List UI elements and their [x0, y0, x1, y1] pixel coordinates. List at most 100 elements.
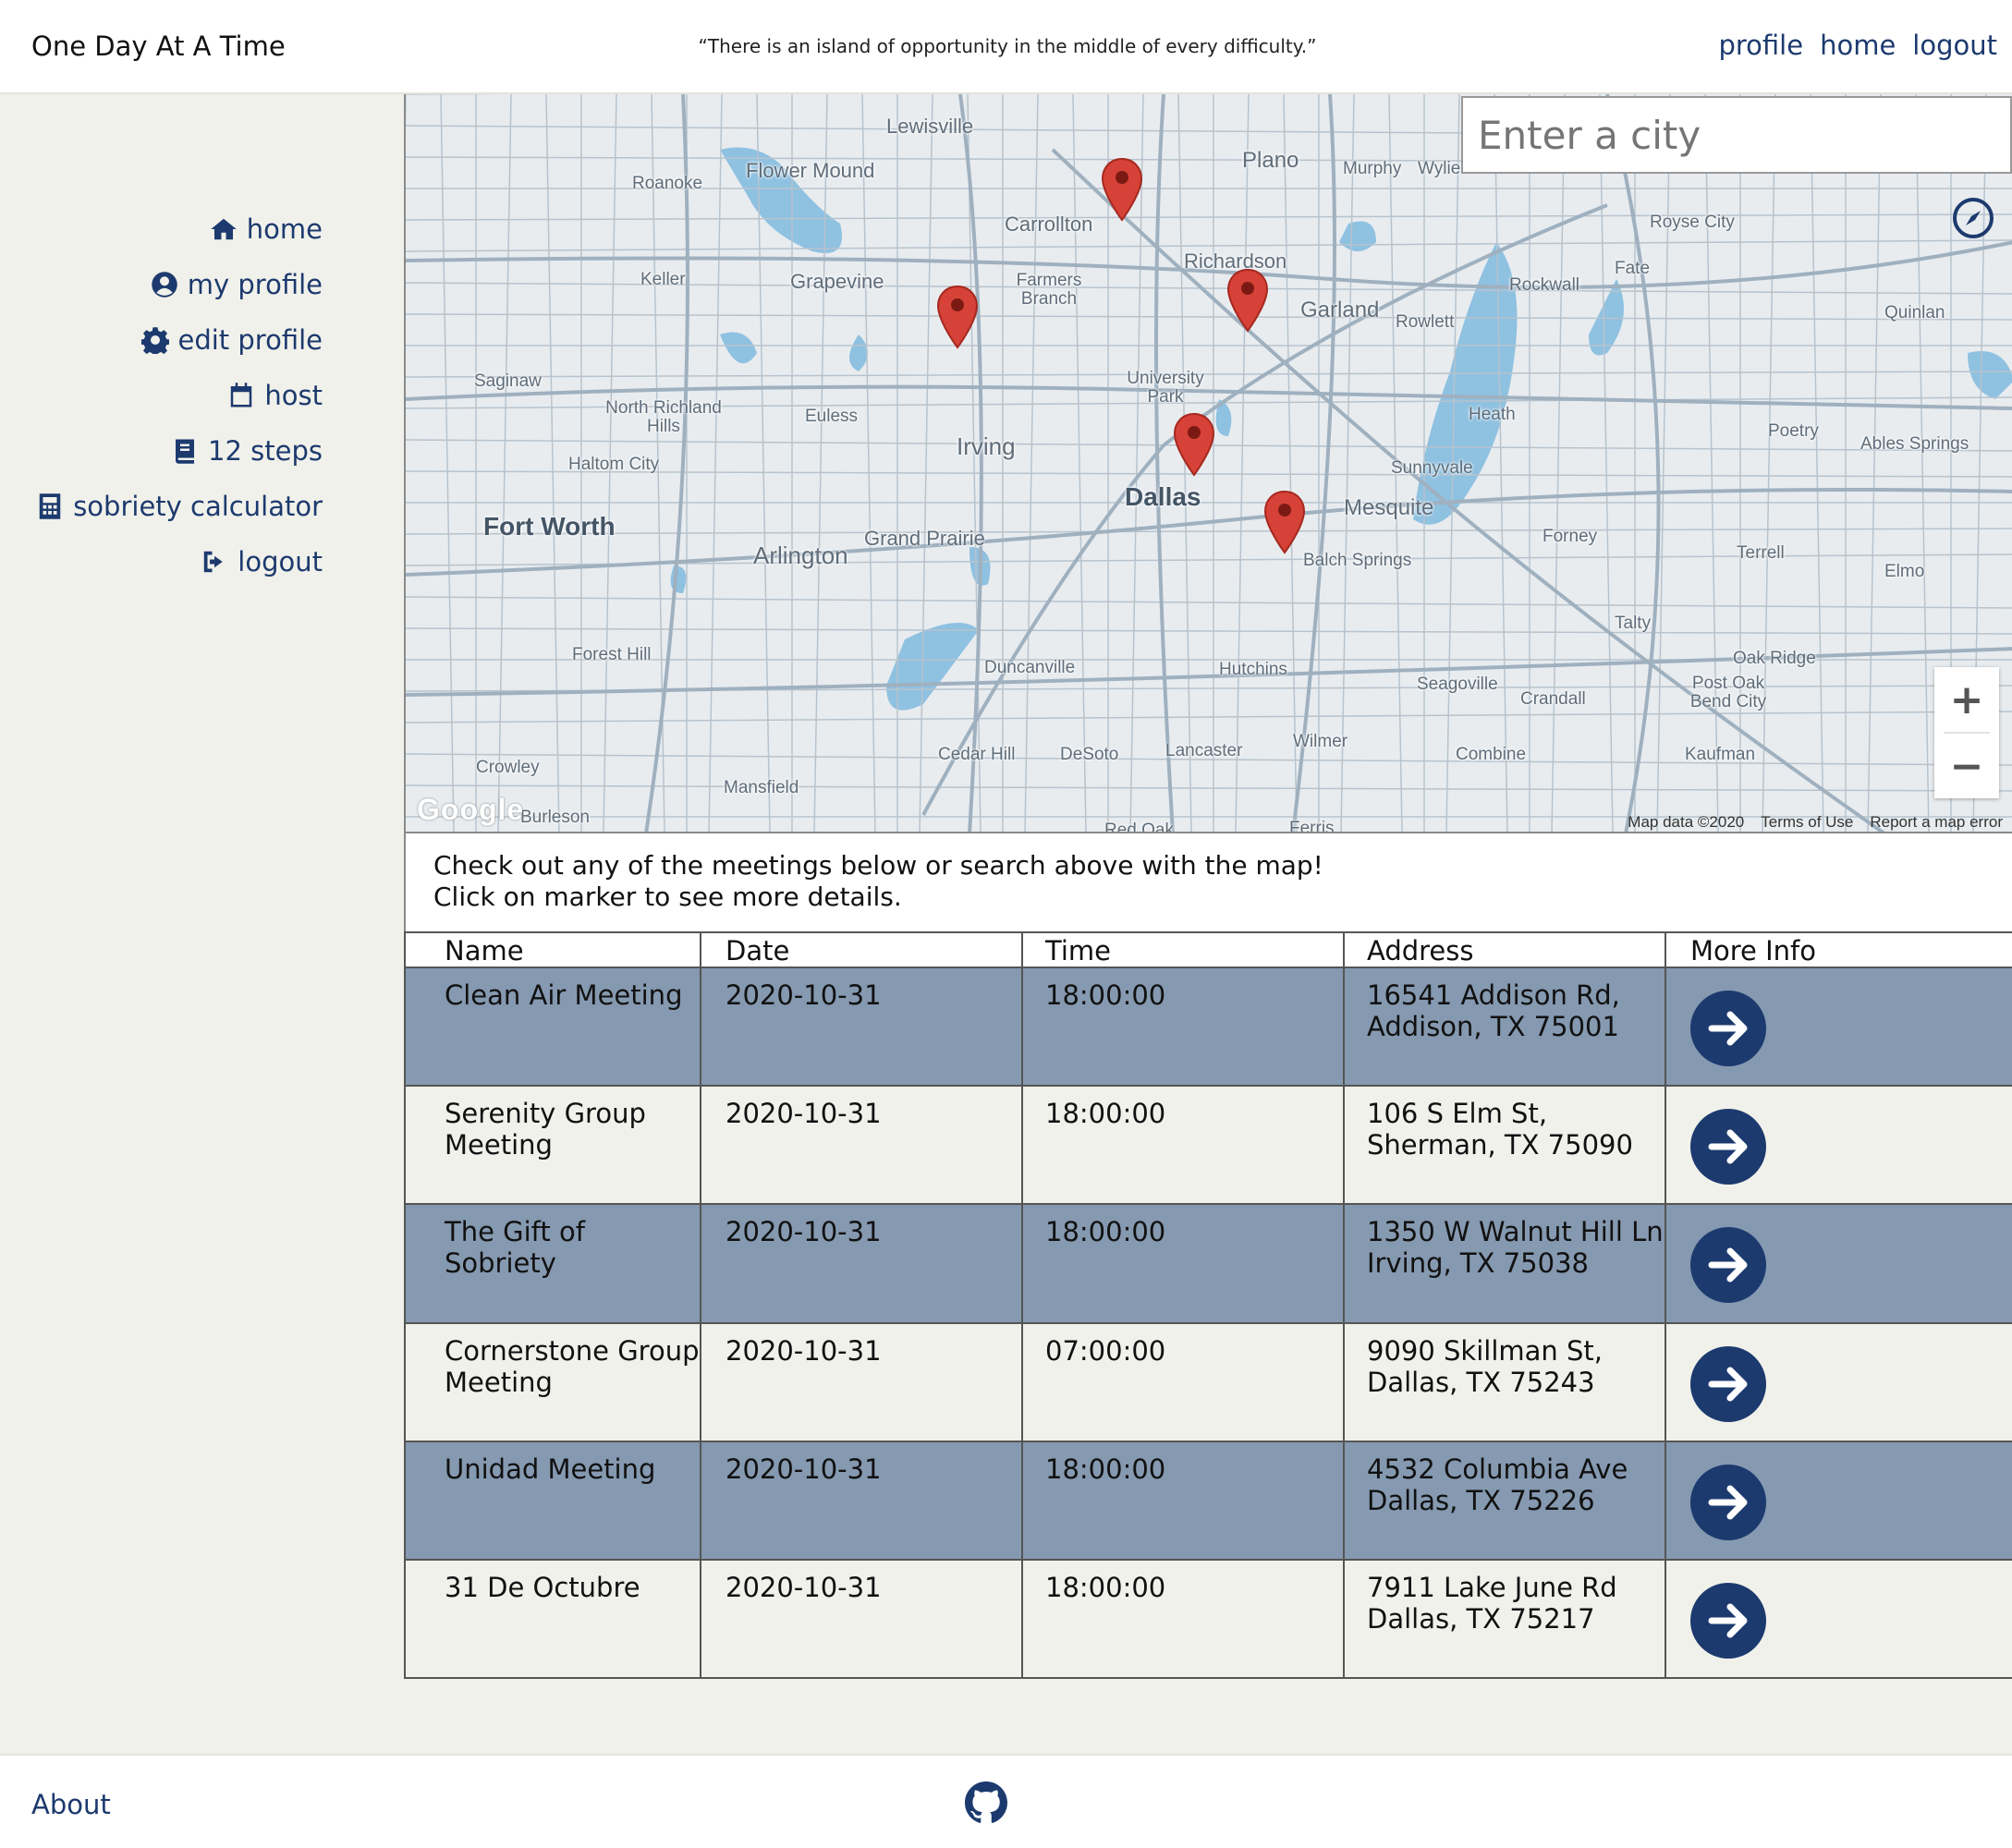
meeting-name: 31 De Octubre	[404, 1559, 701, 1679]
map-city-label: Saginaw	[474, 371, 542, 391]
top-nav-profile-link[interactable]: profile	[1718, 30, 1803, 61]
more-info-cell	[1664, 1203, 2012, 1324]
map-marker[interactable]	[1173, 412, 1215, 477]
map-city-label: Forest Hill	[572, 645, 652, 664]
meeting-date: 2020-10-31	[700, 1559, 1023, 1679]
home-icon	[211, 218, 237, 240]
sidebar-item-sobriety-calculator[interactable]: sobriety calculator	[36, 491, 323, 522]
top-nav-logout-link[interactable]: logout	[1912, 30, 1997, 61]
top-nav-home-link[interactable]: home	[1820, 30, 1896, 61]
table-row: Clean Air Meeting 2020-10-31 18:00:00 16…	[404, 967, 2012, 1087]
map-city-label: Sunnyvale	[1391, 458, 1473, 478]
about-link[interactable]: About	[31, 1789, 111, 1820]
map-city-label: Ables Springs	[1860, 434, 1969, 454]
arrow-right-icon	[1708, 1129, 1748, 1164]
column-header-more-info: More Info	[1664, 931, 2012, 968]
meeting-name: Clean Air Meeting	[404, 967, 701, 1087]
map-city-label: Mansfield	[724, 778, 799, 797]
zoom-out-button[interactable]: −	[1934, 734, 1999, 798]
map-city-label: Talty	[1615, 614, 1652, 633]
table-row: Unidad Meeting 2020-10-31 18:00:00 4532 …	[404, 1441, 2012, 1561]
more-info-cell	[1664, 1441, 2012, 1561]
sidebar-item-edit-profile[interactable]: edit profile	[140, 324, 323, 356]
calculator-icon	[39, 493, 61, 519]
sidebar-item-logout[interactable]: logout	[201, 546, 323, 578]
map-city-label: Garland	[1300, 298, 1380, 322]
more-info-button[interactable]	[1690, 1583, 1766, 1659]
map-marker[interactable]	[1226, 268, 1269, 333]
map-city-label: Seagoville	[1417, 675, 1498, 694]
sidebar-item-label: 12 steps	[208, 435, 323, 467]
map-city-label: Cedar Hill	[938, 745, 1016, 764]
gear-icon	[140, 327, 169, 354]
google-logo[interactable]: Google	[417, 793, 524, 827]
map-city-label: Red Oak	[1104, 821, 1174, 833]
sidebar-item-label: host	[264, 380, 323, 411]
map-city-label: Balch Springs	[1303, 551, 1412, 570]
map-city-label: Royse City	[1650, 213, 1735, 232]
calendar-icon	[231, 383, 252, 407]
header-quote: “There is an island of opportunity in th…	[698, 35, 1317, 57]
column-header-address: Address	[1343, 931, 1666, 968]
compass-icon[interactable]	[1951, 196, 1995, 240]
sidebar-item-home[interactable]: home	[210, 213, 323, 245]
map-data-credit: Map data ©2020	[1628, 813, 1745, 831]
more-info-button[interactable]	[1690, 1227, 1766, 1303]
terms-of-use-link[interactable]: Terms of Use	[1761, 813, 1853, 832]
sidebar-item-label: sobriety calculator	[73, 491, 323, 522]
meeting-time: 18:00:00	[1021, 1559, 1345, 1679]
page-footer: About	[0, 1754, 2012, 1848]
sidebar-item-my-profile[interactable]: my profile	[151, 269, 323, 300]
meetings-map[interactable]: Lewisville Plano Murphy Wylie Flower Mou…	[404, 94, 2012, 833]
arrow-right-icon	[1708, 1247, 1748, 1283]
map-city-label: Forney	[1543, 527, 1598, 546]
arrow-right-icon	[1708, 1011, 1748, 1046]
more-info-cell	[1664, 1085, 2012, 1205]
map-city-label: Elmo	[1884, 562, 1925, 581]
map-marker[interactable]	[936, 285, 979, 349]
map-marker[interactable]	[1263, 490, 1306, 554]
map-city-label: Flower Mound	[746, 159, 875, 182]
map-attribution: Map data ©2020 Terms of Use Report a map…	[1628, 813, 2003, 832]
map-city-label: Carrollton	[1005, 213, 1093, 236]
table-row: Serenity Group Meeting 2020-10-31 18:00:…	[404, 1085, 2012, 1205]
more-info-button[interactable]	[1690, 1109, 1766, 1185]
brand-title[interactable]: One Day At A Time	[31, 30, 286, 62]
table-row: The Gift of Sobriety 2020-10-31 18:00:00…	[404, 1203, 2012, 1324]
column-header-time: Time	[1021, 931, 1345, 968]
book-icon	[176, 439, 195, 464]
map-city-label: Ferris	[1289, 819, 1335, 833]
map-marker[interactable]	[1101, 157, 1143, 222]
github-icon[interactable]	[965, 1781, 1007, 1824]
meeting-date: 2020-10-31	[700, 1085, 1023, 1205]
map-city-label: DeSoto	[1060, 745, 1119, 764]
top-header: One Day At A Time “There is an island of…	[0, 0, 2012, 94]
arrow-right-icon	[1708, 1485, 1748, 1520]
meeting-address: 106 S Elm St, Sherman, TX 75090	[1343, 1085, 1666, 1205]
more-info-button[interactable]	[1690, 991, 1766, 1066]
sidebar-item-12-steps[interactable]: 12 steps	[171, 435, 323, 467]
more-info-button[interactable]	[1690, 1346, 1766, 1422]
meeting-address: 16541 Addison Rd, Addison, TX 75001	[1343, 967, 1666, 1087]
map-city-label: Quinlan	[1884, 303, 1945, 322]
map-city-label: Mesquite	[1344, 495, 1434, 520]
intro-line-2: Click on marker to see more details.	[433, 881, 902, 912]
zoom-in-button[interactable]: +	[1934, 667, 1999, 732]
map-city-label: Post Oak Bend City	[1689, 674, 1767, 711]
report-map-error-link[interactable]: Report a map error	[1870, 813, 2003, 832]
arrow-right-icon	[1708, 1603, 1748, 1638]
map-city-label: Keller	[640, 270, 686, 289]
city-search-input[interactable]	[1461, 96, 2012, 174]
sidebar-item-label: edit profile	[177, 324, 323, 356]
sidebar-item-host[interactable]: host	[227, 380, 323, 411]
map-city-label: Lancaster	[1165, 741, 1243, 760]
meeting-date: 2020-10-31	[700, 1203, 1023, 1324]
user-circle-icon	[152, 272, 177, 298]
meeting-address: 9090 Skillman St, Dallas, TX 75243	[1343, 1322, 1666, 1442]
map-city-label: Heath	[1469, 405, 1516, 424]
meeting-address: 1350 W Walnut Hill Ln Irving, TX 75038	[1343, 1203, 1666, 1324]
meeting-time: 18:00:00	[1021, 1441, 1345, 1561]
sidebar-item-label: logout	[238, 546, 323, 578]
more-info-button[interactable]	[1690, 1465, 1766, 1540]
map-city-label: Plano	[1242, 148, 1299, 173]
